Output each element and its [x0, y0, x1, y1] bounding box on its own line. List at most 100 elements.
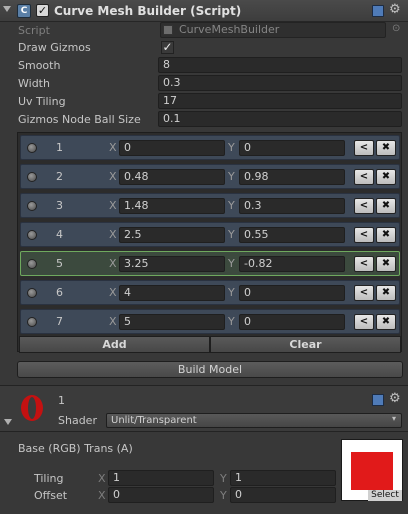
foldout-arrow-icon[interactable] — [4, 419, 12, 425]
draw-gizmos-label: Draw Gizmos — [18, 41, 91, 54]
node-x-field[interactable]: 0.48 — [119, 169, 225, 185]
foldout-arrow-icon[interactable] — [3, 6, 11, 12]
offset-y-field[interactable]: 0 — [230, 487, 336, 503]
node-select-dot-icon[interactable] — [27, 288, 37, 298]
base-texture-label: Base (RGB) Trans (A) — [18, 442, 133, 455]
component-title: Curve Mesh Builder (Script) — [54, 4, 242, 18]
component-enabled-checkbox[interactable]: ✓ — [36, 4, 49, 17]
node-row-selected[interactable]: 5 X 3.25 Y -0.82 < ✖ — [20, 251, 400, 276]
node-x-field[interactable]: 5 — [119, 314, 225, 330]
node-row[interactable]: 7 X 5 Y 0 < ✖ — [20, 309, 400, 334]
tiling-label: Tiling — [34, 472, 64, 485]
script-label: Script — [18, 24, 50, 37]
insert-node-button[interactable]: < — [354, 256, 374, 272]
node-select-dot-icon[interactable] — [27, 259, 37, 269]
script-icon: C — [17, 4, 31, 18]
section-divider — [0, 431, 408, 432]
node-y-field[interactable]: 0 — [239, 140, 345, 156]
node-select-dot-icon[interactable] — [27, 172, 37, 182]
insert-node-button[interactable]: < — [354, 169, 374, 185]
offset-x-field[interactable]: 0 — [108, 487, 214, 503]
node-row[interactable]: 6 X 4 Y 0 < ✖ — [20, 280, 400, 305]
x-label: X — [109, 257, 117, 270]
width-label: Width — [18, 77, 50, 90]
help-book-icon[interactable] — [372, 5, 384, 17]
smooth-label: Smooth — [18, 59, 61, 72]
node-select-dot-icon[interactable] — [27, 317, 37, 327]
shader-dropdown[interactable]: Unlit/Transparent — [106, 413, 402, 428]
gear-icon[interactable]: ⚙ — [389, 391, 401, 406]
node-select-dot-icon[interactable] — [27, 201, 37, 211]
build-model-button[interactable]: Build Model — [17, 361, 403, 378]
width-field[interactable]: 0.3 — [158, 75, 402, 91]
y-label: Y — [228, 286, 235, 299]
chevron-down-icon: ▾ — [392, 414, 397, 423]
insert-node-button[interactable]: < — [354, 227, 374, 243]
x-label: X — [109, 286, 117, 299]
node-row[interactable]: 2 X 0.48 Y 0.98 < ✖ — [20, 164, 400, 189]
remove-node-button[interactable]: ✖ — [376, 227, 396, 243]
node-x-field[interactable]: 0 — [119, 140, 225, 156]
x-label: X — [109, 228, 117, 241]
shader-label: Shader — [58, 414, 97, 427]
insert-node-button[interactable]: < — [354, 314, 374, 330]
script-field: CurveMeshBuilder — [160, 22, 386, 38]
x-label: X — [109, 170, 117, 183]
insert-node-button[interactable]: < — [354, 198, 374, 214]
help-book-icon[interactable] — [372, 394, 384, 406]
gear-icon[interactable]: ⚙ — [389, 2, 401, 17]
node-row[interactable]: 4 X 2.5 Y 0.55 < ✖ — [20, 222, 400, 247]
tiling-x-label: X — [98, 472, 106, 485]
node-row[interactable]: 1 X 0 Y 0 < ✖ — [20, 135, 400, 160]
clear-nodes-button[interactable]: Clear — [210, 336, 401, 353]
node-select-dot-icon[interactable] — [27, 143, 37, 153]
material-sphere-icon — [21, 395, 43, 421]
node-x-field[interactable]: 1.48 — [119, 198, 225, 214]
node-y-field[interactable]: 0 — [239, 314, 345, 330]
remove-node-button[interactable]: ✖ — [376, 198, 396, 214]
x-label: X — [109, 199, 117, 212]
draw-gizmos-checkbox[interactable]: ✓ — [161, 41, 174, 54]
node-index: 2 — [56, 170, 63, 183]
insert-node-button[interactable]: < — [354, 285, 374, 301]
node-y-field[interactable]: -0.82 — [239, 256, 345, 272]
remove-node-button[interactable]: ✖ — [376, 285, 396, 301]
node-y-field[interactable]: 0 — [239, 285, 345, 301]
node-x-field[interactable]: 2.5 — [119, 227, 225, 243]
node-index: 5 — [56, 257, 63, 270]
y-label: Y — [228, 228, 235, 241]
uv-tiling-field[interactable]: 17 — [158, 93, 402, 109]
script-file-icon — [163, 25, 173, 35]
node-y-field[interactable]: 0.55 — [239, 227, 345, 243]
remove-node-button[interactable]: ✖ — [376, 314, 396, 330]
texture-select-button[interactable]: Select — [368, 490, 402, 501]
gizmo-ball-size-field[interactable]: 0.1 — [158, 111, 402, 127]
remove-node-button[interactable]: ✖ — [376, 256, 396, 272]
tiling-y-field[interactable]: 1 — [230, 470, 336, 486]
insert-node-button[interactable]: < — [354, 140, 374, 156]
texture-slot[interactable]: Select — [341, 439, 403, 501]
node-select-dot-icon[interactable] — [27, 230, 37, 240]
node-row[interactable]: 3 X 1.48 Y 0.3 < ✖ — [20, 193, 400, 218]
tiling-x-field[interactable]: 1 — [108, 470, 214, 486]
node-list: 1 X 0 Y 0 < ✖ 2 X 0.48 Y 0.98 < ✖ 3 X 1.… — [17, 132, 402, 353]
node-y-field[interactable]: 0.3 — [239, 198, 345, 214]
node-x-field[interactable]: 3.25 — [119, 256, 225, 272]
y-label: Y — [228, 257, 235, 270]
node-x-field[interactable]: 4 — [119, 285, 225, 301]
node-y-field[interactable]: 0.98 — [239, 169, 345, 185]
shader-value: Unlit/Transparent — [111, 415, 197, 426]
offset-x-label: X — [98, 489, 106, 502]
texture-preview — [351, 452, 393, 490]
x-label: X — [109, 141, 117, 154]
y-label: Y — [228, 141, 235, 154]
remove-node-button[interactable]: ✖ — [376, 140, 396, 156]
node-index: 1 — [56, 141, 63, 154]
y-label: Y — [228, 315, 235, 328]
y-label: Y — [228, 199, 235, 212]
remove-node-button[interactable]: ✖ — [376, 169, 396, 185]
add-node-button[interactable]: Add — [19, 336, 210, 353]
object-picker-icon[interactable]: ⊙ — [392, 23, 400, 34]
smooth-field[interactable]: 8 — [158, 57, 402, 73]
component-header[interactable]: C ✓ Curve Mesh Builder (Script) ⚙ — [0, 0, 408, 22]
